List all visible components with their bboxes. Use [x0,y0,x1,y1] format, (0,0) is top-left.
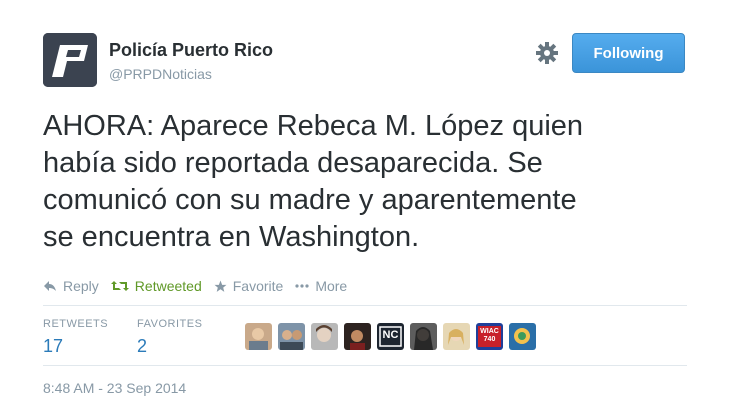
tweet-line: se encuentra en Washington. [43,221,420,253]
retweet-label: Retweeted [134,278,202,294]
favorites-count: 2 [137,336,148,356]
favorites-label: FAVORITES [137,318,203,330]
user-avatar[interactable] [311,323,338,350]
user-avatar[interactable] [344,323,371,350]
tweet-timestamp[interactable]: 8:48 AM - 23 Sep 2014 [43,380,186,396]
tweet-text: AHORA: Aparece Rebeca M. López quien hab… [43,108,693,256]
gear-icon[interactable] [535,41,559,65]
retweet-icon [110,281,129,291]
following-button[interactable]: Following [572,33,685,73]
favorite-label: Favorite [232,278,284,294]
wiac-logo-text: WIAC 740 [480,328,499,343]
profile-avatar[interactable] [43,33,97,87]
account-handle[interactable]: @PRPDNoticias [109,66,212,82]
more-dots-icon [295,284,309,288]
more-label: More [315,278,348,294]
favorites-stat[interactable]: FAVORITES 2 [137,318,202,357]
tweet-line: comunicó con su madre y aparentemente [43,184,577,216]
user-avatar[interactable] [410,323,437,350]
divider [43,305,687,306]
user-avatar[interactable] [278,323,305,350]
star-icon [214,280,227,292]
retweets-stat[interactable]: RETWEETS 17 [43,318,108,357]
retweeter-avatars: NC WIAC 740 [245,323,542,350]
user-avatar[interactable] [245,323,272,350]
user-avatar[interactable] [509,323,536,350]
account-name[interactable]: Policía Puerto Rico [109,40,273,61]
user-avatar[interactable] [443,323,470,350]
police-logo-icon [43,33,97,87]
retweets-label: RETWEETS [43,318,109,330]
nc-logo-avatar[interactable]: NC [377,323,404,350]
more-button[interactable]: More [295,278,347,294]
wiac-logo-avatar[interactable]: WIAC 740 [476,323,503,350]
reply-label: Reply [63,278,99,294]
tweet-line: había sido reportada desaparecida. Se [43,147,543,179]
nc-logo-text: NC [382,329,399,341]
tweet-line: AHORA: Aparece Rebeca M. López quien [43,110,584,142]
tweet-actions: Reply Retweeted Favorite More [43,278,359,294]
reply-button[interactable]: Reply [43,278,99,294]
retweet-button[interactable]: Retweeted [110,278,202,294]
favorite-button[interactable]: Favorite [214,278,284,294]
reply-icon [44,281,56,291]
retweets-count: 17 [43,336,64,356]
divider [43,365,687,366]
